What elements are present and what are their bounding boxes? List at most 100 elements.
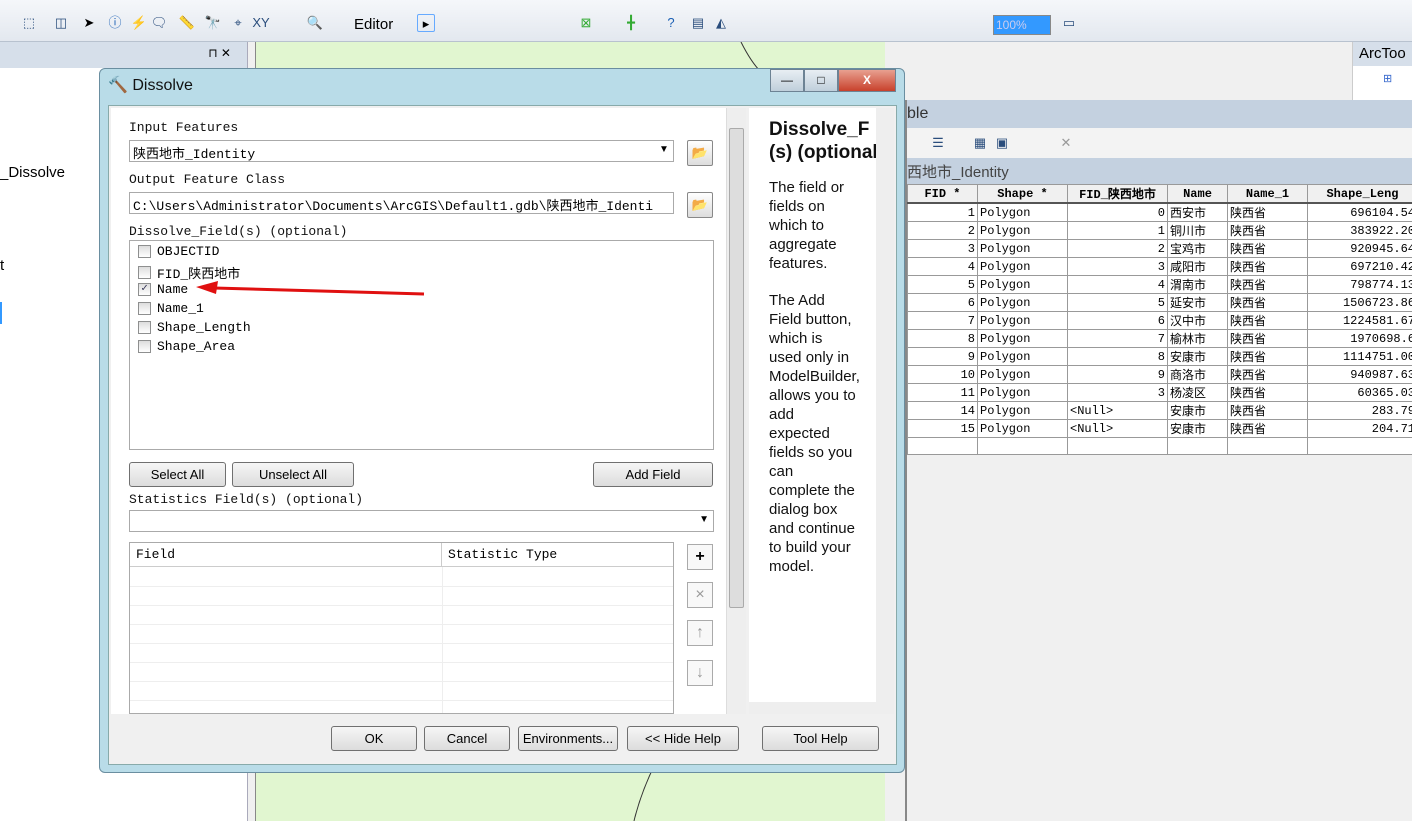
input-features-field[interactable]: 陕西地市_Identity xyxy=(129,140,674,162)
related-tables-icon[interactable]: ▦ xyxy=(971,134,989,152)
layer-item[interactable]: _Dissolve xyxy=(0,164,65,181)
table-cell: 陕西省 xyxy=(1227,347,1308,366)
dissolve-field-item[interactable]: ✓ Name xyxy=(138,282,188,297)
table-row[interactable]: 1 Polygon 0 西安市 陕西省 696104.54 xyxy=(907,202,1412,222)
table-row[interactable]: 3 Polygon 2 宝鸡市 陕西省 920945.64 xyxy=(907,239,1412,258)
move-down-icon[interactable]: ↓ xyxy=(687,660,713,686)
table-row[interactable]: 11 Polygon 3 杨凌区 陕西省 60365.03 xyxy=(907,383,1412,402)
create-viewer-icon[interactable]: 🔍 xyxy=(306,14,324,32)
help-title: Dissolve_F (s) (optional) xyxy=(769,119,876,163)
editor-menu[interactable]: Editor xyxy=(354,16,393,33)
column-header[interactable]: Name xyxy=(1167,184,1228,204)
column-header[interactable]: FID * xyxy=(907,184,978,204)
table-row[interactable]: 7 Polygon 6 汉中市 陕西省 1224581.67 xyxy=(907,311,1412,330)
checkbox[interactable] xyxy=(138,321,151,334)
cancel-button[interactable]: Cancel xyxy=(424,726,510,751)
hyperlink-icon[interactable]: ⚡ xyxy=(130,14,148,32)
table-row[interactable]: 10 Polygon 9 商洛市 陕西省 940987.63 xyxy=(907,365,1412,384)
empty-row[interactable] xyxy=(907,437,1412,455)
checkbox[interactable] xyxy=(138,340,151,353)
dropdown-arrow-icon[interactable]: ▼ xyxy=(659,144,669,155)
dissolve-field-item[interactable]: OBJECTID xyxy=(138,244,219,259)
table-cell: 283.79 xyxy=(1307,401,1412,420)
dissolve-field-item[interactable]: Name_1 xyxy=(138,301,204,316)
table-layer-tab[interactable]: 西地市_Identity xyxy=(907,158,1412,184)
hammer-icon: 🔨 xyxy=(108,77,128,94)
measure-icon[interactable]: 📏 xyxy=(178,14,196,32)
column-header[interactable]: Name_1 xyxy=(1227,184,1308,204)
environments-button[interactable]: Environments... xyxy=(518,726,618,751)
zoom-level-select[interactable]: 100% xyxy=(993,15,1051,35)
sketch-properties-icon[interactable]: ◭ xyxy=(712,14,730,32)
find-icon[interactable]: 🔭 xyxy=(204,14,222,32)
maximize-button[interactable]: □ xyxy=(804,69,838,92)
hide-help-button[interactable]: << Hide Help xyxy=(627,726,739,751)
layer-item[interactable]: t xyxy=(0,257,4,274)
table-cell: 11 xyxy=(907,383,978,402)
clear-selection-icon[interactable]: ◫ xyxy=(52,14,70,32)
find-route-icon[interactable]: ⌖ xyxy=(229,14,247,32)
dissolve-field-item[interactable]: Shape_Length xyxy=(138,320,251,335)
table-row[interactable]: 4 Polygon 3 咸阳市 陕西省 697210.42 xyxy=(907,257,1412,276)
table-row[interactable]: 8 Polygon 7 榆林市 陕西省 1970698.6 xyxy=(907,329,1412,348)
table-cell: Polygon xyxy=(977,275,1068,294)
statistics-grid[interactable]: Field Statistic Type xyxy=(129,542,674,714)
unselect-all-button[interactable]: Unselect All xyxy=(232,462,354,487)
output-feature-class-field[interactable]: C:\Users\Administrator\Documents\ArcGIS\… xyxy=(129,192,674,214)
table-cell: 1970698.6 xyxy=(1307,329,1412,348)
output-feature-class-label: Output Feature Class xyxy=(129,172,286,187)
select-elements-icon[interactable]: ⬚ xyxy=(20,14,38,32)
topology-icon[interactable]: ⊠ xyxy=(577,14,595,32)
table-row[interactable]: 9 Polygon 8 安康市 陕西省 1114751.00 xyxy=(907,347,1412,366)
help-horizontal-scrollbar[interactable] xyxy=(749,702,894,714)
ok-button[interactable]: OK xyxy=(331,726,417,751)
pin-icon[interactable]: ⊓ ✕ xyxy=(208,46,231,60)
help-icon[interactable]: ? xyxy=(662,14,680,32)
select-by-attributes-icon[interactable]: ▣ xyxy=(993,134,1011,152)
select-all-button[interactable]: Select All xyxy=(129,462,226,487)
checkbox[interactable]: ✓ xyxy=(138,283,151,296)
table-row[interactable]: 5 Polygon 4 渭南市 陕西省 798774.13 xyxy=(907,275,1412,294)
table-row[interactable]: 2 Polygon 1 铜川市 陕西省 383922.20 xyxy=(907,221,1412,240)
column-header[interactable]: Shape_Leng xyxy=(1307,184,1412,204)
column-header[interactable]: Shape * xyxy=(977,184,1068,204)
table-cell: 60365.03 xyxy=(1307,383,1412,402)
select-pointer-icon[interactable]: ➤ xyxy=(80,14,98,32)
table-cell: 8 xyxy=(907,329,978,348)
expand-icon[interactable]: ⊞ xyxy=(1383,72,1392,85)
parameters-scrollbar[interactable] xyxy=(726,108,746,714)
checkbox[interactable] xyxy=(138,266,151,279)
delete-icon[interactable]: ✕ xyxy=(1057,134,1075,152)
dissolve-field-item[interactable]: Shape_Area xyxy=(138,339,235,354)
table-row[interactable]: 6 Polygon 5 延安市 陕西省 1506723.86 xyxy=(907,293,1412,312)
table-cell: 7 xyxy=(907,311,978,330)
table-cell: 14 xyxy=(907,401,978,420)
minimize-button[interactable]: — xyxy=(770,69,804,92)
edit-tool-icon[interactable]: ▸ xyxy=(417,14,435,32)
table-row[interactable]: 14 Polygon <Null> 安康市 陕西省 283.79 xyxy=(907,401,1412,420)
dropdown-arrow-icon[interactable]: ▼ xyxy=(699,514,709,525)
browse-folder-icon[interactable]: 📂 xyxy=(687,140,713,166)
table-cell: 1 xyxy=(907,202,978,222)
go-to-xy-icon[interactable]: XY xyxy=(252,14,270,32)
remove-icon[interactable]: × xyxy=(687,582,713,608)
add-icon[interactable]: + xyxy=(687,544,713,570)
layout-view-icon[interactable]: ▭ xyxy=(1060,14,1078,32)
attributes-icon[interactable]: ▤ xyxy=(689,14,707,32)
help-scrollbar[interactable] xyxy=(876,108,894,702)
tool-help-button[interactable]: Tool Help xyxy=(762,726,879,751)
column-header[interactable]: FID_陕西地市 xyxy=(1067,184,1168,204)
table-options-icon[interactable]: ☰ xyxy=(929,134,947,152)
checkbox[interactable] xyxy=(138,302,151,315)
split-icon[interactable]: ╋ xyxy=(622,14,640,32)
checkbox[interactable] xyxy=(138,245,151,258)
identify-icon[interactable]: ⓘ xyxy=(106,14,124,32)
browse-folder-icon[interactable]: 📂 xyxy=(687,192,713,218)
move-up-icon[interactable]: ↑ xyxy=(687,620,713,646)
add-field-button[interactable]: Add Field xyxy=(593,462,713,487)
table-cell: 9 xyxy=(907,347,978,366)
table-row[interactable]: 15 Polygon <Null> 安康市 陕西省 204.71 xyxy=(907,419,1412,438)
html-popup-icon[interactable]: 🗨 xyxy=(150,14,168,32)
close-button[interactable]: X xyxy=(838,69,896,92)
statistics-field-select[interactable]: ▼ xyxy=(129,510,714,532)
